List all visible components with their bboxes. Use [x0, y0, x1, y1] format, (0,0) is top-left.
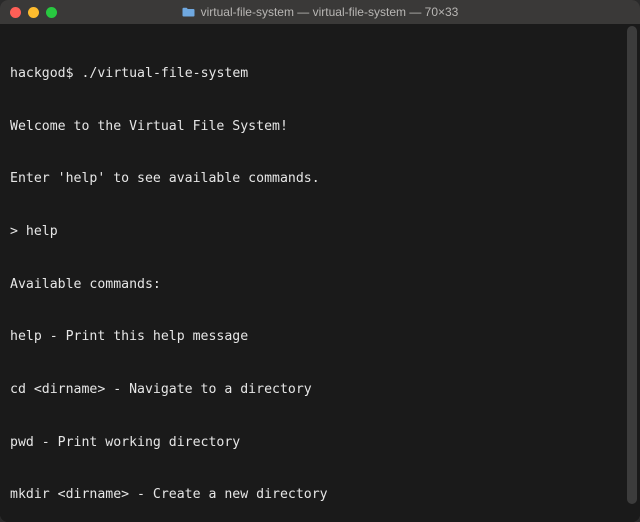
minimize-icon[interactable]: [28, 7, 39, 18]
shell-command: ./virtual-file-system: [81, 66, 248, 81]
window-title: virtual-file-system — virtual-file-syste…: [201, 5, 459, 19]
output-line: Available commands:: [10, 276, 630, 294]
folder-icon: [182, 7, 195, 17]
close-icon[interactable]: [10, 7, 21, 18]
titlebar[interactable]: virtual-file-system — virtual-file-syste…: [0, 0, 640, 24]
scrollbar-thumb[interactable]: [627, 26, 637, 504]
scrollbar[interactable]: [625, 24, 639, 522]
terminal-window: virtual-file-system — virtual-file-syste…: [0, 0, 640, 522]
repl-input: help: [26, 224, 58, 239]
repl-marker: >: [10, 224, 18, 239]
terminal-body[interactable]: hackgod$ ./virtual-file-system Welcome t…: [0, 24, 640, 522]
help-line: help - Print this help message: [10, 328, 630, 346]
window-controls: [10, 7, 57, 18]
repl-line: > help: [10, 223, 630, 241]
maximize-icon[interactable]: [46, 7, 57, 18]
help-line: cd <dirname> - Navigate to a directory: [10, 381, 630, 399]
title-center: virtual-file-system — virtual-file-syste…: [0, 5, 640, 19]
output-line: Enter 'help' to see available commands.: [10, 170, 630, 188]
shell-prompt: hackgod$: [10, 66, 74, 81]
help-line: pwd - Print working directory: [10, 434, 630, 452]
help-line: mkdir <dirname> - Create a new directory: [10, 486, 630, 504]
output-line: Welcome to the Virtual File System!: [10, 118, 630, 136]
shell-line: hackgod$ ./virtual-file-system: [10, 65, 630, 83]
